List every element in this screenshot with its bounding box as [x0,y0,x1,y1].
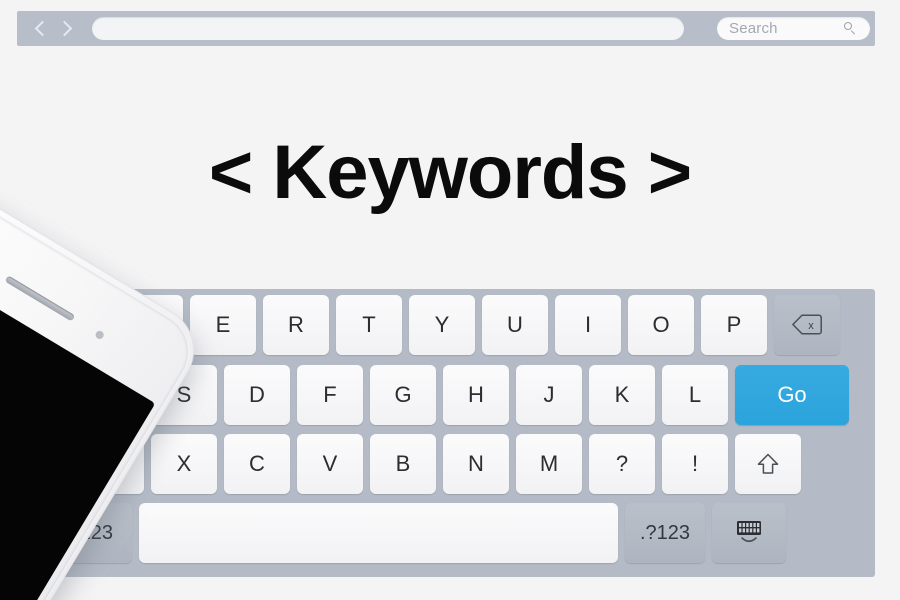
key-t[interactable]: T [336,295,402,355]
svg-text:x: x [808,320,814,332]
hide-keyboard-icon [734,520,764,546]
backspace-key[interactable]: x [774,295,840,355]
backspace-icon: x [792,314,822,336]
shift-key[interactable] [735,434,801,494]
key-u[interactable]: U [482,295,548,355]
key-question-mark[interactable]: ? [589,434,655,494]
search-input-placeholder: Search [729,20,778,37]
magnifier-icon[interactable] [844,22,857,35]
numeric-key-right[interactable]: .?123 [625,503,705,563]
go-key[interactable]: Go [735,365,849,425]
key-x[interactable]: X [151,434,217,494]
key-i[interactable]: I [555,295,621,355]
search-box[interactable]: Search [717,17,870,40]
key-h[interactable]: H [443,365,509,425]
key-b[interactable]: B [370,434,436,494]
navigation-arrows [35,18,72,40]
keyboard-row-4: .?123 .?123 [18,503,875,563]
keyboard-row-3: Z X C V B N M ? ! [18,434,875,494]
chevron-right-icon[interactable] [58,18,72,40]
key-m[interactable]: M [516,434,582,494]
key-c[interactable]: C [224,434,290,494]
key-o[interactable]: O [628,295,694,355]
key-j[interactable]: J [516,365,582,425]
key-n[interactable]: N [443,434,509,494]
key-d[interactable]: D [224,365,290,425]
shift-arrow-icon [756,452,780,476]
key-p[interactable]: P [701,295,767,355]
key-r[interactable]: R [263,295,329,355]
key-l[interactable]: L [662,365,728,425]
chevron-left-icon[interactable] [35,18,49,40]
key-y[interactable]: Y [409,295,475,355]
key-g[interactable]: G [370,365,436,425]
space-key[interactable] [139,503,618,563]
screenshot-canvas: Search < Keywords > Q W E R T Y U I O P … [0,0,900,600]
key-k[interactable]: K [589,365,655,425]
browser-toolbar: Search [17,11,875,46]
key-v[interactable]: V [297,434,363,494]
page-title: < Keywords > [208,130,692,215]
hide-keyboard-key[interactable] [712,503,786,563]
address-bar-input[interactable] [92,17,684,40]
key-exclamation-mark[interactable]: ! [662,434,728,494]
key-f[interactable]: F [297,365,363,425]
